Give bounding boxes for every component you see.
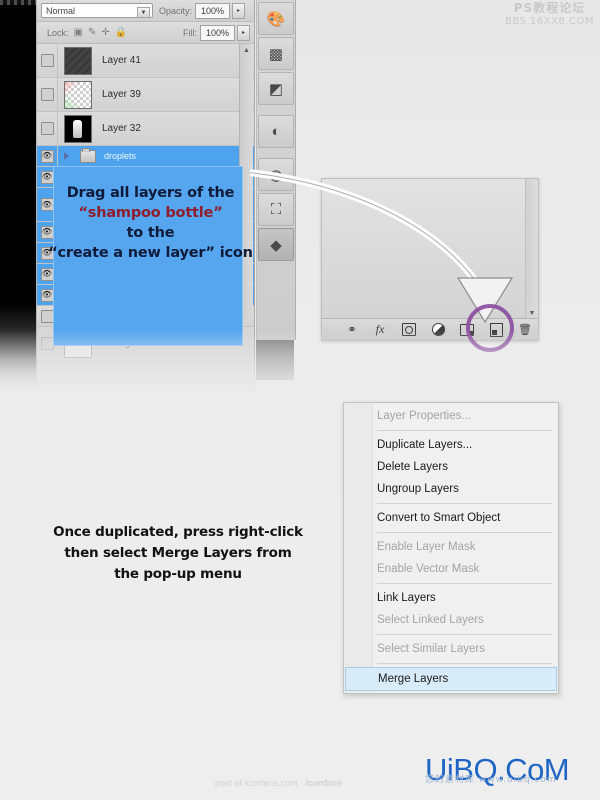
canvas-dark-strip [0,0,36,390]
group-name: droplets [104,151,137,161]
styles-panel-icon[interactable]: ◐ [258,115,294,148]
watermark-top-right: PS教程论坛 BBS.16XX8.COM [505,2,594,28]
fill-label: Fill: [183,27,197,38]
visibility-toggle[interactable]: 👁 [37,112,58,145]
fill-stepper[interactable]: ▸ [237,24,250,41]
highlight-circle [466,304,514,352]
credit-text: post at iconfans.com [215,778,298,788]
paths-panel-icon[interactable]: ⛶ [258,193,294,226]
callout-line-1: Drag all layers of the [66,185,235,201]
blend-mode-select[interactable]: Normal ▼ [41,3,153,18]
callout-line-3: to the [126,225,175,241]
lock-position-icon[interactable]: ✛ [101,27,109,38]
eye-icon: 👁 [40,288,54,302]
scroll-down-icon[interactable]: ▼ [529,310,536,317]
menu-item-merge-layers[interactable]: Merge Layers [345,667,557,691]
layer-thumbnail[interactable] [64,80,92,109]
page-title: Once duplicated, press right-click then … [30,522,326,585]
menu-separator [377,532,552,533]
callout-line-4: “create a new layer” icon [48,245,253,261]
layers-panel-icon[interactable]: ◆ [258,228,294,261]
table-row[interactable]: 👁 Layer 39 [37,78,254,112]
add-layer-mask-icon[interactable] [402,323,416,337]
menu-item-layer-properties[interactable]: Layer Properties... [344,405,558,427]
color-panel-icon[interactable]: 🎨 [258,2,294,35]
add-layer-style-fx-icon[interactable]: fx [373,322,387,337]
watermark-forum-url: BBS.16XX8.COM [504,16,594,27]
swatches-panel-icon[interactable]: ▩ [258,37,294,70]
menu-item-link-layers[interactable]: Link Layers [344,587,558,609]
table-row[interactable]: 👁 droplets [37,146,254,167]
menu-separator [377,430,552,431]
layer-context-menu[interactable]: Layer Properties... Duplicate Layers... … [343,402,559,694]
iconfans-logo: iconfans [305,778,343,788]
caption-line-3: the pop-up menu [114,566,242,582]
eye-icon: 👁 [40,149,54,163]
delete-layer-icon[interactable]: 🗑 [518,323,532,337]
folder-icon [80,147,96,163]
caption-line-1: Once duplicated, press right-click [53,524,303,540]
caption-line-2: then select Merge Layers from [64,545,292,561]
opacity-input[interactable]: 100% [195,2,231,19]
3d-panel-icon[interactable]: ◍ [258,158,294,191]
eye-icon: 👁 [40,170,54,184]
new-adjustment-layer-icon[interactable] [431,323,445,337]
layer-thumbnail[interactable] [64,46,92,75]
callout-line-2: “shampoo bottle” [78,205,223,221]
layer-name: Layer 41 [102,55,141,66]
visibility-toggle[interactable]: 👁 [37,78,58,111]
eye-icon: 👁 [40,122,54,135]
blend-mode-row: Normal ▼ Opacity: 100% ▸ [37,0,254,22]
visibility-toggle[interactable]: 👁 [37,44,58,77]
menu-item-delete-layers[interactable]: Delete Layers [344,456,558,478]
layer-thumbnail[interactable] [64,114,92,143]
instruction-overlay-text: Drag all layers of the “shampoo bottle” … [43,183,258,263]
table-row[interactable]: 👁 Layer 32 [37,112,254,146]
link-layers-icon[interactable]: ⚭ [344,323,358,337]
menu-item-select-linked-layers[interactable]: Select Linked Layers [344,609,558,631]
lock-transparent-icon[interactable]: ▣ [74,27,83,38]
ruler-strip [0,0,36,5]
visibility-toggle[interactable]: 👁 [37,146,58,166]
menu-separator [377,583,552,584]
lock-image-icon[interactable]: ✎ [88,27,96,38]
photoshop-screenshot: Normal ▼ Opacity: 100% ▸ Lock: ▣ ✎ ✛ 🔒 F… [0,0,600,400]
chevron-right-icon[interactable] [64,152,74,160]
chevron-down-icon[interactable]: ▼ [137,7,150,18]
eye-icon: 👁 [40,267,54,281]
eye-icon: 👁 [40,88,54,101]
adjustments-panel-icon[interactable]: ◩ [258,72,294,105]
eye-icon: 👁 [40,337,54,350]
lock-row: Lock: ▣ ✎ ✛ 🔒 Fill: 100% ▸ [37,22,254,44]
target-panel-scrollbar[interactable]: ▼ [525,179,538,319]
menu-separator [377,503,552,504]
menu-item-select-similar-layers[interactable]: Select Similar Layers [344,638,558,660]
menu-separator [377,663,552,664]
opacity-stepper[interactable]: ▸ [232,2,246,19]
menu-item-enable-layer-mask[interactable]: Enable Layer Mask [344,536,558,558]
menu-item-convert-to-smart-object[interactable]: Convert to Smart Object [344,507,558,529]
lock-all-icon[interactable]: 🔒 [115,27,127,38]
menu-item-ungroup-layers[interactable]: Ungroup Layers [344,478,558,500]
blend-mode-value: Normal [46,5,76,16]
menu-item-duplicate-layers[interactable]: Duplicate Layers... [344,434,558,456]
layer-name: Layer 32 [102,123,141,134]
menu-separator [377,634,552,635]
eye-icon: 👁 [40,54,54,67]
watermark-forum-name: PS教程论坛 [513,1,586,15]
dock-divider [257,107,295,113]
watermark-credit: post at iconfans.com iconfans [215,778,342,788]
menu-item-enable-vector-mask[interactable]: Enable Vector Mask [344,558,558,580]
lock-label: Lock: [47,27,69,38]
opacity-label: Opacity: [159,5,193,16]
scroll-up-icon[interactable]: ▲ [240,44,253,56]
table-row[interactable]: 👁 Layer 41 [37,44,254,78]
layer-name: Layer 39 [102,89,141,100]
dock-divider [257,150,295,156]
panel-dock[interactable]: 🎨 ▩ ◩ ◐ ◍ ⛶ ◆ [256,0,296,340]
fill-input[interactable]: 100% [200,24,235,41]
watermark-bottom-right-sub: 您的素材库 www.uibq.com [425,775,557,785]
eye-icon: 👁 [40,309,54,323]
